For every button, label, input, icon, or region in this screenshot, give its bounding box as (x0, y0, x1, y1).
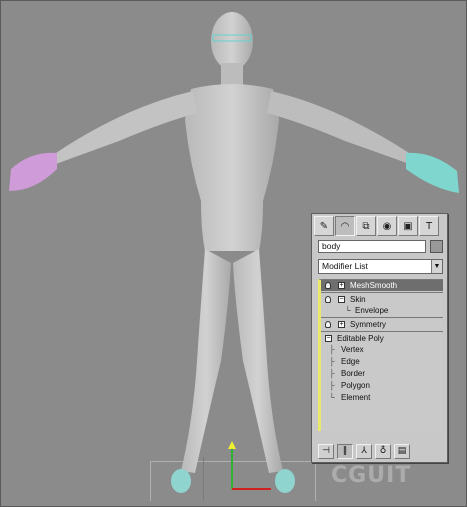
stack-item-label: Envelope (355, 306, 389, 315)
model-left-foot (171, 469, 191, 493)
object-color-swatch[interactable] (430, 240, 443, 253)
stack-item-label: Skin (350, 295, 366, 304)
command-panel: ✎ ◠ ⧉ ◉ ▣ T body Modifier List ▼ + MeshS… (311, 213, 448, 463)
modifier-list-label: Modifier List (322, 261, 368, 271)
stack-item-symmetry[interactable]: + Symmetry (321, 319, 443, 330)
configure-modifier-sets-button[interactable]: ▤ (394, 443, 410, 459)
object-name-field[interactable]: body (318, 240, 426, 253)
stack-divider (321, 317, 443, 318)
dropdown-arrow-icon[interactable]: ▼ (431, 260, 442, 273)
gizmo-up-arrow (228, 441, 236, 449)
display-tab[interactable]: ▣ (398, 216, 418, 236)
collapse-minus-icon[interactable]: − (338, 296, 345, 303)
lightbulb-icon[interactable] (325, 321, 331, 328)
sub-object-border[interactable]: ├ Border (321, 368, 443, 380)
modify-tab[interactable]: ◠ (335, 216, 355, 236)
stack-item-label: Symmetry (350, 320, 386, 329)
modifier-stack[interactable]: + MeshSmooth − Skin └ Envelope + Symmetr… (318, 279, 443, 431)
model-torso (185, 84, 279, 251)
stack-item-label: Editable Poly (337, 334, 384, 343)
motion-tab[interactable]: ◉ (377, 216, 397, 236)
sub-object-label: Polygon (341, 381, 370, 390)
show-end-result-button[interactable]: ‖ (337, 443, 353, 459)
model-left-arm (53, 91, 197, 165)
stack-item-label: MeshSmooth (350, 281, 398, 290)
pin-stack-button[interactable]: ⊣ (318, 443, 334, 459)
perspective-viewport[interactable]: CGUIT ✎ ◠ ⧉ ◉ ▣ T body Modifier List ▼ +… (0, 0, 467, 507)
sub-object-edge[interactable]: ├ Edge (321, 356, 443, 368)
modifier-list-dropdown[interactable]: Modifier List ▼ (318, 259, 443, 274)
sub-object-label: Element (341, 393, 371, 402)
collapse-minus-icon[interactable]: − (325, 335, 332, 342)
model-right-hand (406, 152, 459, 193)
tree-branch-icon: └ (345, 306, 351, 315)
sub-object-label: Border (341, 369, 366, 378)
tree-branch-icon: ├ (329, 381, 335, 390)
lightbulb-icon[interactable] (325, 282, 331, 289)
model-right-leg (233, 249, 283, 473)
tree-branch-icon: ├ (329, 345, 335, 354)
sub-object-polygon[interactable]: ├ Polygon (321, 380, 443, 392)
sub-object-label: Vertex (341, 345, 364, 354)
hierarchy-tab[interactable]: ⧉ (356, 216, 376, 236)
stack-item-envelope[interactable]: └ Envelope (321, 305, 443, 316)
command-panel-tabs: ✎ ◠ ⧉ ◉ ▣ T (314, 216, 445, 236)
tree-branch-icon: ├ (329, 357, 335, 366)
stack-item-meshsmooth[interactable]: + MeshSmooth (321, 280, 443, 291)
model-left-leg (181, 249, 231, 473)
model-right-arm (267, 91, 412, 165)
model-left-hand (9, 152, 57, 191)
sub-object-element[interactable]: └ Element (321, 392, 443, 404)
model-right-foot (275, 469, 295, 493)
model-neck (221, 63, 243, 85)
watermark-text: CGUIT (331, 463, 412, 488)
expand-plus-icon[interactable]: + (338, 321, 345, 328)
make-unique-button[interactable]: ⅄ (356, 443, 372, 459)
expand-plus-icon[interactable]: + (338, 282, 345, 289)
lightbulb-icon[interactable] (325, 296, 331, 303)
tree-branch-icon: ├ (329, 369, 335, 378)
sub-object-label: Edge (341, 357, 360, 366)
tree-branch-icon: └ (329, 393, 335, 402)
stack-divider (321, 292, 443, 293)
remove-modifier-button[interactable]: ♁ (375, 443, 391, 459)
utilities-tab[interactable]: T (419, 216, 439, 236)
stack-item-editable-poly[interactable]: − Editable Poly (321, 333, 443, 344)
stack-item-skin[interactable]: − Skin (321, 294, 443, 305)
stack-divider (321, 331, 443, 332)
create-tab[interactable]: ✎ (314, 216, 334, 236)
sub-object-vertex[interactable]: ├ Vertex (321, 344, 443, 356)
modifier-stack-toolbar: ⊣ ‖ ⅄ ♁ ▤ (318, 443, 443, 459)
